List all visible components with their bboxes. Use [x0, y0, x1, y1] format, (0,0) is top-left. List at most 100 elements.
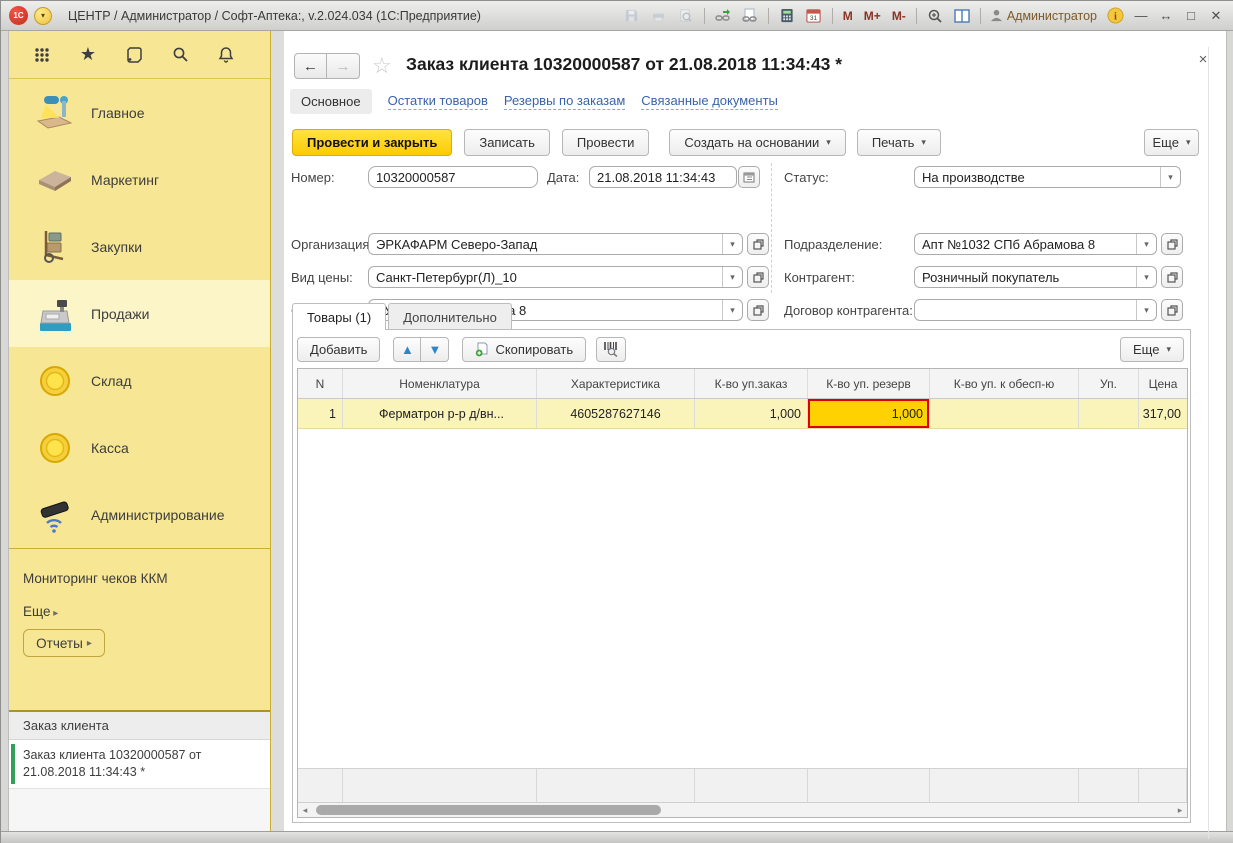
scroll-left-arrow-icon[interactable]: ◂ [298, 803, 312, 817]
sidebar-item-administration[interactable]: Администрирование [9, 481, 270, 548]
main-menu-button[interactable]: ▾ [34, 6, 52, 25]
organization-open-button[interactable] [747, 233, 769, 255]
date-input[interactable]: 21.08.2018 11:34:43 [589, 166, 737, 188]
sidebar-item-marketing[interactable]: Маркетинг [9, 146, 270, 213]
cell-qty-reserve-selected[interactable]: 1,000 [808, 399, 930, 428]
minimize-button[interactable]: — [1131, 8, 1151, 23]
department-combobox[interactable]: Апт №1032 СПб Абрамова 8 [914, 233, 1157, 255]
barcode-scan-button[interactable] [596, 336, 627, 362]
calculator-icon[interactable] [776, 6, 798, 26]
follow-link-icon[interactable] [739, 6, 761, 26]
number-input[interactable]: 10320000587 [368, 166, 538, 188]
open-window-item[interactable]: Заказ клиента 10320000587 от 21.08.2018 … [9, 740, 270, 789]
dropdown-arrow-icon[interactable] [722, 267, 742, 287]
counterparty-open-button[interactable] [1161, 266, 1183, 288]
contract-combobox[interactable] [914, 299, 1157, 321]
scrollbar-thumb[interactable] [316, 805, 661, 815]
contract-open-button[interactable] [1161, 299, 1183, 321]
add-favorite-star-icon[interactable]: ☆ [372, 53, 392, 79]
cell-nomenclature[interactable]: Ферматрон р-р д/вн... [343, 399, 537, 428]
column-header-qty-order[interactable]: К-во уп.заказ [695, 369, 808, 398]
close-window-button[interactable]: ✕ [1206, 8, 1226, 24]
print-icon[interactable] [648, 6, 670, 26]
sidebar-item-purchases[interactable]: Закупки [9, 213, 270, 280]
save-icon[interactable] [621, 6, 643, 26]
nav-tab-main[interactable]: Основное [290, 89, 372, 114]
counterparty-combobox[interactable]: Розничный покупатель [914, 266, 1157, 288]
department-open-button[interactable] [1161, 233, 1183, 255]
move-row-down-button[interactable]: ▼ [421, 336, 450, 362]
column-header-qty-supply[interactable]: К-во уп. к обесп-ю [930, 369, 1079, 398]
dropdown-arrow-icon[interactable] [722, 234, 742, 254]
tab-additional[interactable]: Дополнительно [388, 303, 512, 330]
sidebar-item-main[interactable]: Главное [9, 79, 270, 146]
calendar-icon[interactable]: 31 [803, 6, 825, 26]
search-icon[interactable] [169, 44, 191, 66]
zoom-icon[interactable] [924, 6, 946, 26]
nav-link-related-docs[interactable]: Связанные документы [641, 93, 778, 110]
sidebar-item-cashdesk[interactable]: Касса [9, 414, 270, 481]
price-type-open-button[interactable] [747, 266, 769, 288]
notifications-bell-icon[interactable] [215, 44, 237, 66]
back-button[interactable]: ← [294, 53, 327, 79]
post-and-close-button[interactable]: Провести и закрыть [292, 129, 453, 156]
cell-characteristic[interactable]: 4605287627146 [537, 399, 695, 428]
organization-combobox[interactable]: ЭРКАФАРМ Северо-Запад [368, 233, 743, 255]
column-header-n[interactable]: N [298, 369, 343, 398]
print-button[interactable]: Печать [856, 129, 941, 156]
get-link-icon[interactable] [712, 6, 734, 26]
memory-button[interactable]: M [840, 9, 856, 23]
move-row-up-button[interactable]: ▲ [393, 336, 422, 362]
dropdown-arrow-icon[interactable] [1136, 234, 1156, 254]
info-icon[interactable]: i [1104, 6, 1126, 26]
price-type-combobox[interactable]: Санкт-Петербург(Л)_10 [368, 266, 743, 288]
nav-link-reserves[interactable]: Резервы по заказам [503, 93, 626, 110]
warehouse-open-button[interactable] [747, 299, 769, 321]
cell-unit[interactable] [1079, 399, 1139, 428]
dropdown-arrow-icon[interactable] [1160, 167, 1180, 187]
tab-goods[interactable]: Товары (1) [292, 303, 387, 330]
write-button[interactable]: Записать [464, 129, 550, 156]
menu-grid-icon[interactable] [31, 44, 53, 66]
sidebar-more-link[interactable]: Еще [9, 604, 270, 619]
forward-button[interactable]: → [327, 53, 360, 79]
column-header-qty-reserve[interactable]: К-во уп. резерв [808, 369, 930, 398]
column-header-characteristic[interactable]: Характеристика [537, 369, 695, 398]
sidebar-item-warehouse[interactable]: Склад [9, 347, 270, 414]
current-user-button[interactable]: Администратор [988, 9, 1099, 23]
date-calendar-button[interactable] [738, 166, 760, 188]
memory-minus-button[interactable]: M- [889, 9, 909, 23]
sidebar-link-kkm-monitoring[interactable]: Мониторинг чеков ККМ [9, 571, 270, 586]
table-row[interactable]: 1 Ферматрон р-р д/вн... 4605287627146 1,… [298, 399, 1187, 429]
column-header-price[interactable]: Цена [1139, 369, 1187, 398]
dropdown-arrow-icon[interactable] [1136, 300, 1156, 320]
nav-link-stock[interactable]: Остатки товаров [387, 93, 488, 110]
add-row-button[interactable]: Добавить [297, 336, 381, 362]
create-based-on-button[interactable]: Создать на основании [669, 129, 846, 156]
memory-plus-button[interactable]: M+ [861, 9, 884, 23]
print-preview-icon[interactable] [675, 6, 697, 26]
cell-qty-order[interactable]: 1,000 [695, 399, 808, 428]
cell-price[interactable]: 4 317,00 [1139, 399, 1187, 428]
form-more-button[interactable]: Еще [1144, 129, 1199, 156]
reports-button[interactable]: Отчеты [23, 629, 105, 657]
column-header-unit[interactable]: Уп. [1079, 369, 1139, 398]
sidebar-item-sales[interactable]: Продажи [9, 280, 270, 347]
horizontal-scrollbar[interactable]: ◂ ▸ [298, 802, 1187, 817]
cell-n[interactable]: 1 [298, 399, 343, 428]
column-header-nomenclature[interactable]: Номенклатура [343, 369, 537, 398]
table-more-button[interactable]: Еще [1120, 336, 1184, 362]
maximize-button[interactable]: □ [1181, 8, 1201, 23]
dropdown-arrow-icon[interactable] [1136, 267, 1156, 287]
post-button[interactable]: Провести [561, 129, 650, 156]
status-combobox[interactable]: На производстве [914, 166, 1181, 188]
copy-row-button[interactable]: Скопировать [462, 336, 587, 362]
dropdown-arrow-icon[interactable] [722, 300, 742, 320]
favorites-star-icon[interactable]: ★ [77, 44, 99, 66]
dock-button[interactable]: ↔ [1156, 8, 1176, 23]
history-icon[interactable] [123, 44, 145, 66]
scroll-right-arrow-icon[interactable]: ▸ [1173, 803, 1187, 817]
split-window-icon[interactable] [951, 6, 973, 26]
close-form-icon[interactable]: × [1192, 51, 1214, 68]
cell-qty-supply[interactable] [930, 399, 1079, 428]
